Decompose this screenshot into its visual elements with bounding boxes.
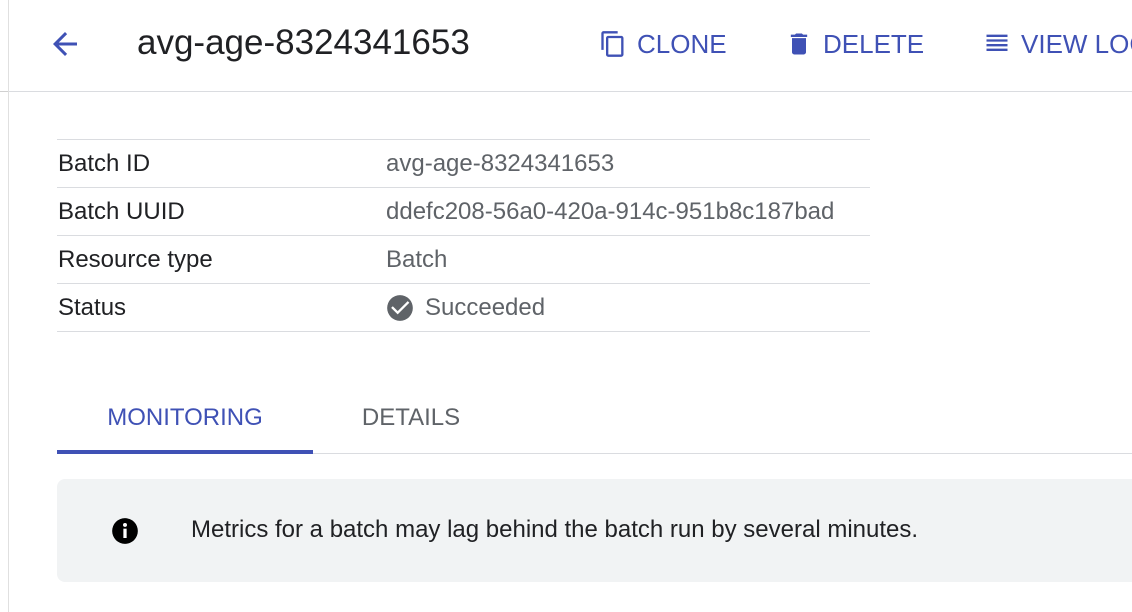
delete-button[interactable]: DELETE [785, 26, 924, 62]
page-title: avg-age-8324341653 [137, 23, 470, 62]
property-row-batch-uuid: Batch UUID ddefc208-56a0-420a-914c-951b8… [57, 188, 870, 236]
property-value: Batch [386, 245, 448, 273]
clone-label: CLONE [637, 28, 727, 59]
property-key: Batch UUID [58, 197, 185, 225]
arrow-back-icon [53, 32, 77, 56]
info-banner: Metrics for a batch may lag behind the b… [57, 479, 1132, 582]
content-copy-icon [599, 28, 627, 60]
delete-label: DELETE [823, 28, 925, 59]
view-logs-label: VIEW LOG [1021, 28, 1132, 59]
property-key: Batch ID [58, 149, 151, 177]
property-row-batch-id: Batch ID avg-age-8324341653 [57, 140, 870, 188]
property-key: Resource type [58, 245, 213, 273]
tab-monitoring[interactable]: MONITORING [57, 382, 313, 454]
tab-bar: MONITORING DETAILS [57, 382, 1132, 454]
trash-icon [785, 28, 813, 60]
banner-message: Metrics for a batch may lag behind the b… [191, 516, 919, 543]
left-panel-divider [0, 91, 8, 92]
status-text: Succeeded [425, 293, 546, 321]
batch-properties-table: Batch ID avg-age-8324341653 Batch UUID d… [57, 139, 870, 332]
view-logs-button[interactable]: VIEW LOG [983, 26, 1132, 62]
info-icon [111, 517, 139, 545]
property-value: ddefc208-56a0-420a-914c-951b8c187bad [386, 197, 835, 225]
property-row-status: Status Succeeded [57, 284, 870, 332]
property-row-resource-type: Resource type Batch [57, 236, 870, 284]
property-value: avg-age-8324341653 [386, 149, 615, 177]
back-button[interactable] [47, 26, 83, 62]
left-panel-edge [0, 0, 9, 612]
check-circle-icon [386, 294, 414, 322]
list-icon [983, 28, 1011, 60]
status-value: Succeeded [386, 294, 545, 322]
property-key: Status [58, 293, 127, 321]
batch-details-page: avg-age-8324341653 CLONE DELETE VIEW LO … [0, 0, 1132, 612]
page-header: avg-age-8324341653 CLONE DELETE VIEW LO [9, 0, 1132, 92]
clone-button[interactable]: CLONE [599, 26, 727, 62]
tab-details[interactable]: DETAILS [313, 382, 509, 453]
